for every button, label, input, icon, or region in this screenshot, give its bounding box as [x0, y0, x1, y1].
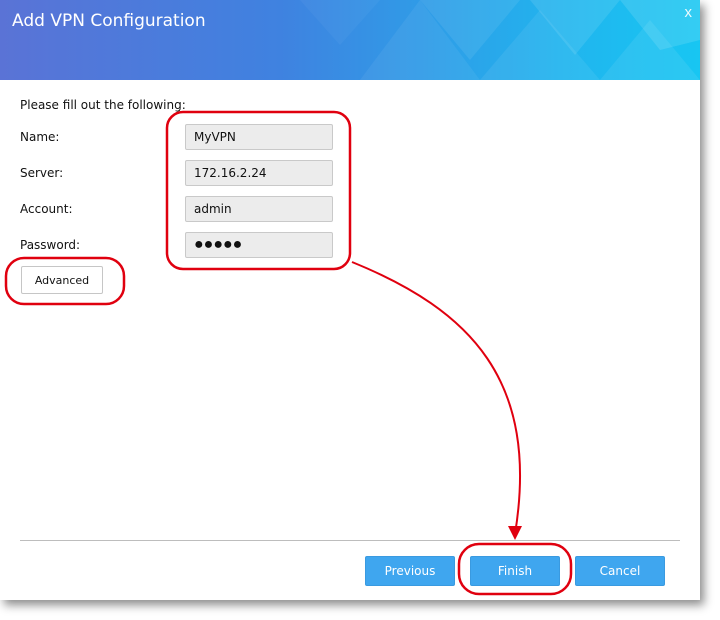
cancel-button-label: Cancel	[599, 564, 641, 578]
footer-divider	[20, 540, 680, 541]
form-intro: Please fill out the following:	[20, 98, 186, 112]
account-input[interactable]	[185, 196, 333, 222]
advanced-button[interactable]: Advanced	[21, 266, 103, 294]
name-input[interactable]	[185, 124, 333, 150]
add-vpn-dialog: Add VPN Configuration x Please fill out …	[0, 0, 700, 600]
name-label: Name:	[20, 130, 60, 144]
title-bar: Add VPN Configuration x	[0, 0, 700, 80]
advanced-button-label: Advanced	[34, 273, 90, 287]
cancel-button[interactable]: Cancel	[575, 556, 665, 586]
account-label: Account:	[20, 202, 73, 216]
close-icon[interactable]: x	[685, 4, 693, 21]
password-label: Password:	[20, 238, 81, 252]
password-input[interactable]	[185, 232, 333, 258]
previous-button-label: Previous	[384, 564, 436, 578]
previous-button[interactable]: Previous	[365, 556, 455, 586]
finish-button[interactable]: Finish	[470, 556, 560, 586]
server-input[interactable]	[185, 160, 333, 186]
server-label: Server:	[20, 166, 64, 180]
dialog-title: Add VPN Configuration	[12, 11, 206, 31]
finish-button-label: Finish	[497, 564, 533, 578]
